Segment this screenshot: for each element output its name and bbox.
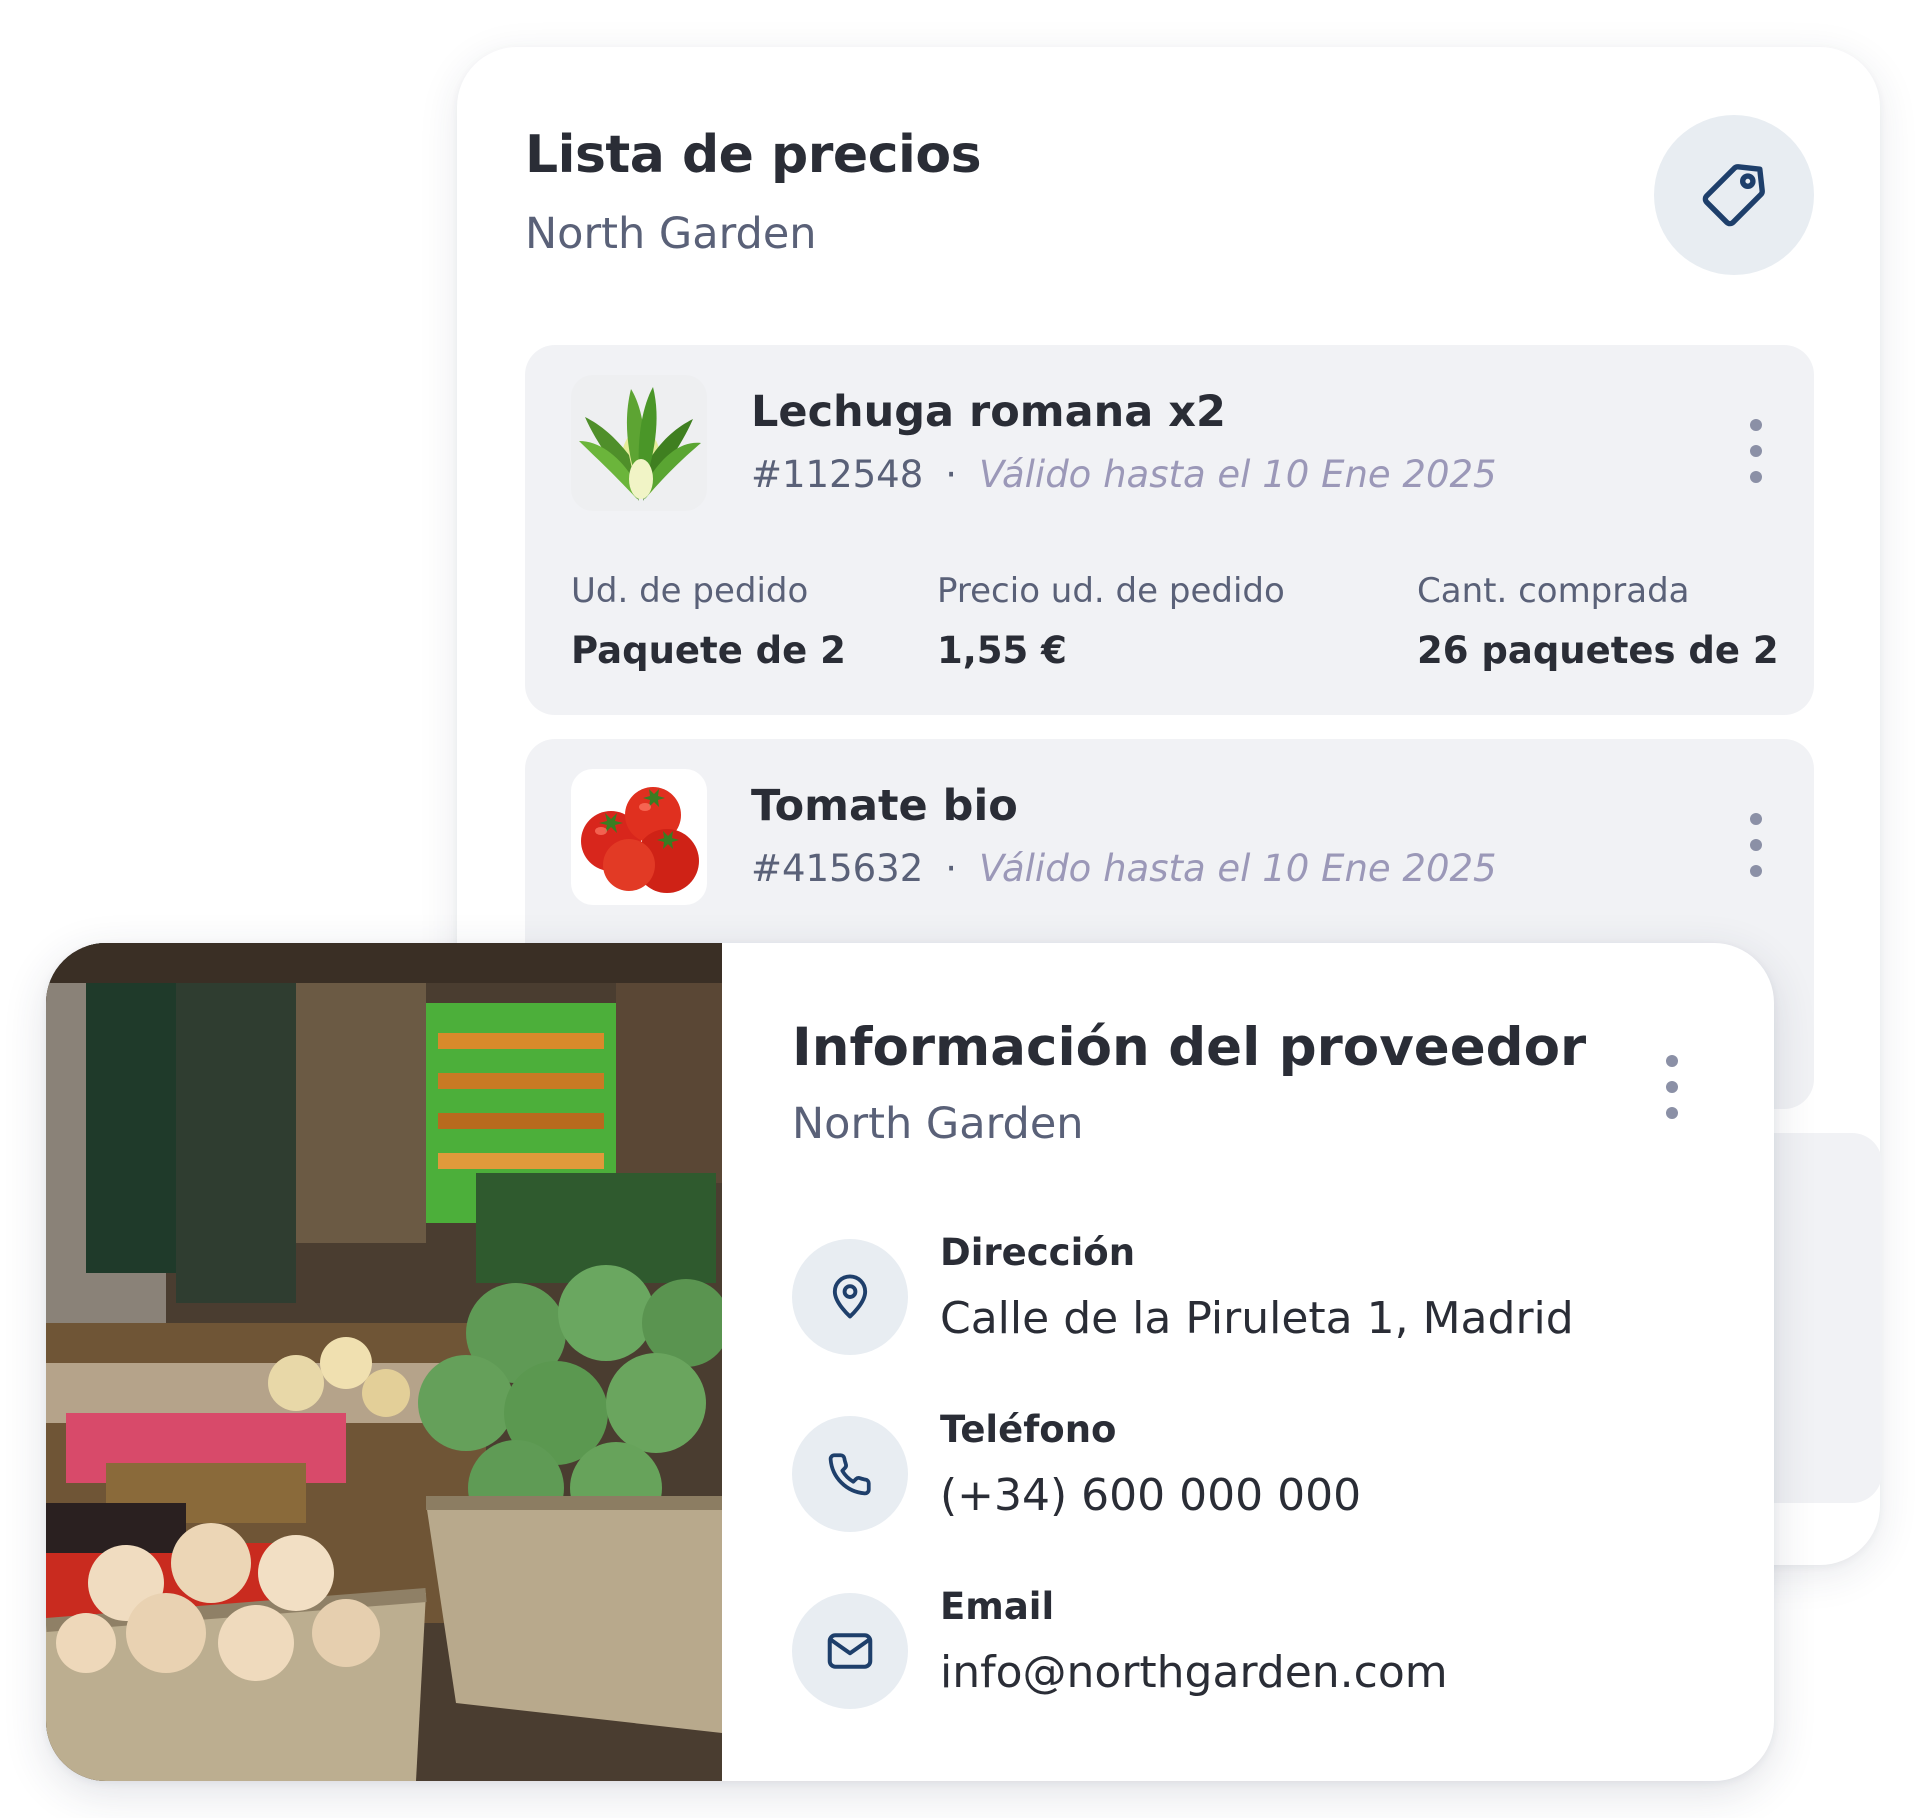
item-meta: #112548 · Válido hasta el 10 Ene 2025: [751, 453, 1497, 496]
contact-label: Email: [940, 1585, 1055, 1628]
contact-value[interactable]: info@northgarden.com: [940, 1647, 1448, 1698]
lettuce-thumbnail: [571, 375, 707, 511]
tomato-image: [581, 787, 699, 893]
supplier-info-name: North Garden: [792, 1099, 1084, 1149]
contact-value[interactable]: Calle de la Piruleta 1, Madrid: [940, 1293, 1574, 1344]
market-photo-illustration: [46, 943, 730, 1781]
item-more-menu-icon[interactable]: [1744, 813, 1768, 877]
field-label: Cant. comprada: [1417, 571, 1690, 611]
price-list-supplier: North Garden: [525, 209, 817, 259]
field-label: Precio ud. de pedido: [937, 571, 1285, 611]
contact-label: Dirección: [940, 1231, 1136, 1274]
field-label: Ud. de pedido: [571, 571, 809, 611]
contact-email: Email info@northgarden.com: [792, 1585, 1692, 1713]
mail-icon: [827, 1633, 873, 1669]
field-value: 1,55 €: [937, 629, 1067, 672]
market-stall-photo: [46, 943, 730, 1781]
unit-price-field: Precio ud. de pedido 1,55 €: [937, 571, 1285, 672]
quantity-purchased-field: Cant. comprada 26 paquetes de 2: [1417, 571, 1779, 672]
meta-separator: ·: [945, 847, 958, 890]
item-name: Tomate bio: [751, 781, 1018, 831]
field-value: 26 paquetes de 2: [1417, 629, 1779, 672]
phone-icon: [828, 1453, 871, 1496]
location-icon-wrapper: [792, 1239, 908, 1355]
tag-button[interactable]: [1654, 115, 1814, 275]
meta-separator: ·: [945, 453, 958, 496]
price-item-row[interactable]: Lechuga romana x2 #112548 · Válido hasta e…: [525, 345, 1814, 715]
field-value: Paquete de 2: [571, 629, 846, 672]
order-unit-field: Ud. de pedido Paquete de 2: [571, 571, 846, 672]
contact-phone: Teléfono (+34) 600 000 000: [792, 1408, 1692, 1536]
tomato-thumbnail: [571, 769, 707, 905]
item-more-menu-icon[interactable]: [1744, 419, 1768, 483]
lettuce-image: [579, 387, 701, 501]
item-code: #112548: [751, 453, 924, 496]
price-list-title: Lista de precios: [525, 125, 982, 185]
tag-icon: [1702, 164, 1765, 227]
item-meta: #415632 · Válido hasta el 10 Ene 2025: [751, 847, 1497, 890]
supplier-info-title: Información del proveedor: [792, 1017, 1587, 1078]
contact-address: Dirección Calle de la Piruleta 1, Madrid: [792, 1231, 1692, 1359]
item-validity: Válido hasta el 10 Ene 2025: [979, 847, 1497, 890]
item-code: #415632: [751, 847, 924, 890]
phone-icon-wrapper: [792, 1416, 908, 1532]
item-validity: Válido hasta el 10 Ene 2025: [979, 453, 1497, 496]
location-pin-icon: [832, 1274, 868, 1319]
supplier-more-menu-icon[interactable]: [1660, 1055, 1684, 1119]
contact-value[interactable]: (+34) 600 000 000: [940, 1470, 1361, 1521]
supplier-info-card: Información del proveedor North Garden D…: [46, 943, 1774, 1781]
item-name: Lechuga romana x2: [751, 387, 1226, 437]
contact-label: Teléfono: [940, 1408, 1117, 1451]
mail-icon-wrapper: [792, 1593, 908, 1709]
